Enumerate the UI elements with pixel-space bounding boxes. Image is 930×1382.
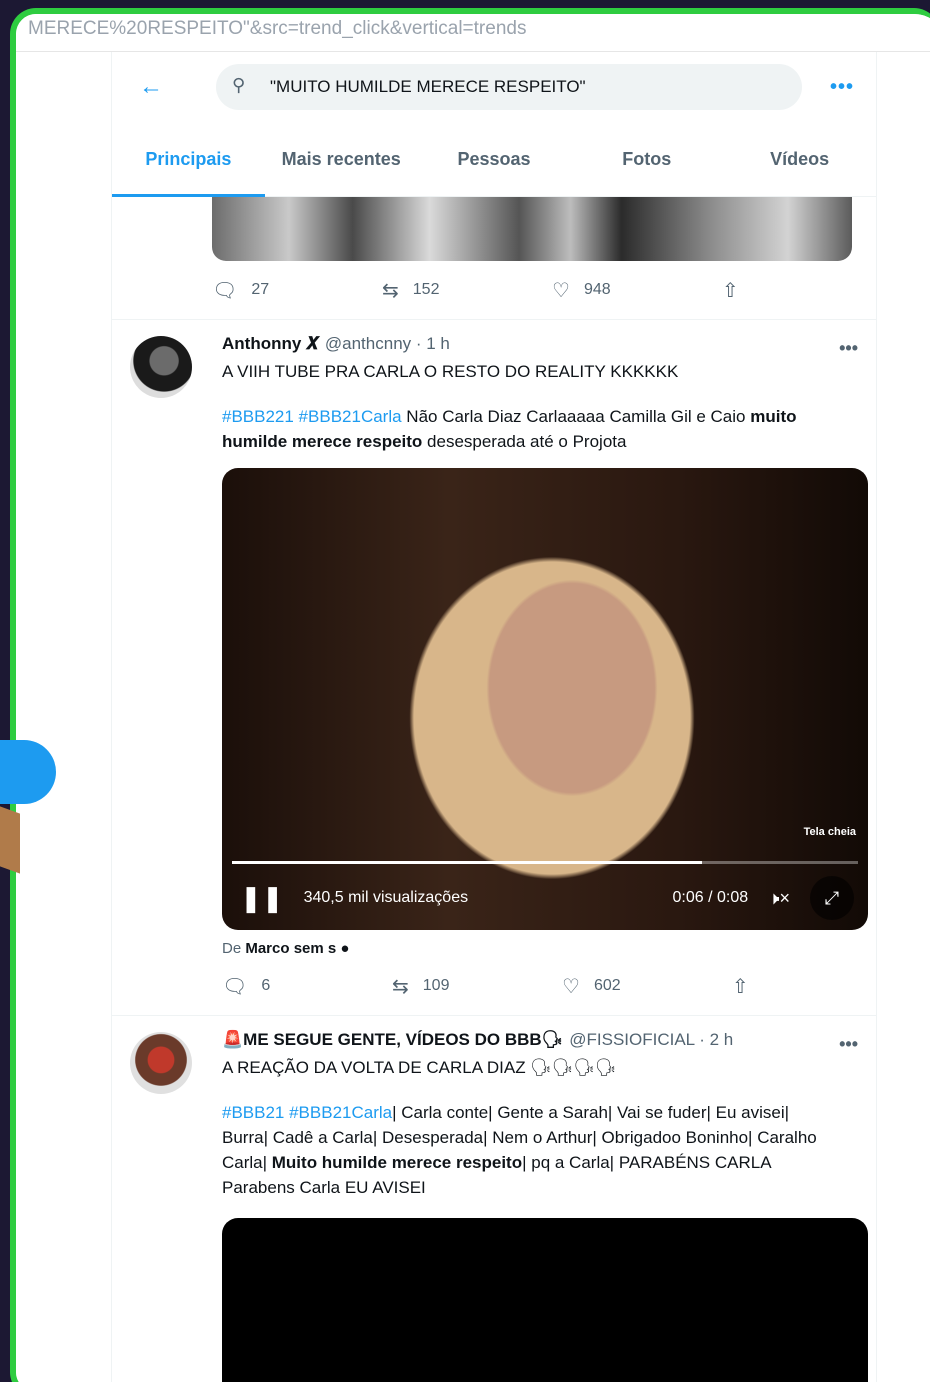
like-button[interactable]: ♡ 948 [552,278,722,303]
video-progress-fill [232,861,702,864]
tweet-media-image[interactable] [212,197,852,261]
tweet-paragraph: #BBB21 #BBB21Carla| Carla conte| Gente a… [222,1103,817,1197]
fullscreen-label: Tela cheia [803,826,856,838]
retweet-button[interactable]: ⇆ 109 [392,974,562,999]
share-button[interactable]: ⇧ [722,278,762,303]
avatar[interactable] [130,336,192,398]
heart-icon: ♡ [562,975,580,998]
video-controls: ❚❚ 340,5 mil visualizações 0:06 / 0:08 🕨… [240,876,854,920]
heart-icon: ♡ [552,279,570,302]
tab-principais[interactable]: Principais [112,122,265,197]
overflow-dots-icon[interactable]: ••• [50,1362,67,1380]
hashtags[interactable]: #BBB21 #BBB21Carla [222,1103,392,1122]
author-name[interactable]: Anthonny 𝑿 [222,334,319,354]
tweet-more-icon[interactable]: ••• [839,338,858,359]
share-button[interactable]: ⇧ [732,974,772,999]
tweet-actions: 🗨 27 ⇆ 152 ♡ 948 ⇧ [112,261,876,319]
search-tabs: Principais Mais recentes Pessoas Fotos V… [112,122,876,197]
video-source: De Marco sem s ● [222,940,350,957]
video-player[interactable]: Tela cheia ❚❚ 340,5 mil visualizações 0:… [222,468,868,930]
tweet-more-icon[interactable]: ••• [839,1034,858,1055]
tweet-actions: 🗨 6 ⇆ 109 ♡ 602 ⇧ [126,957,862,1015]
left-sidebar [16,52,111,1382]
decorative-shape [0,806,20,874]
author-name[interactable]: 🚨ME SEGUE GENTE, VÍDEOS DO BBB🗣 [222,1030,563,1050]
timeline-column: ← ⚲ "MUITO HUMILDE MERECE RESPEITO" ••• … [111,52,877,1382]
mute-icon[interactable]: 🕨× [768,888,790,909]
address-bar[interactable]: MERECE%20RESPEITO"&src=trend_click&verti… [16,14,930,52]
search-header: ← ⚲ "MUITO HUMILDE MERECE RESPEITO" ••• [112,52,876,122]
share-icon: ⇧ [732,975,749,998]
pause-icon[interactable]: ❚❚ [240,883,284,914]
retweet-icon: ⇆ [382,279,399,302]
tab-fotos[interactable]: Fotos [570,122,723,196]
reply-button[interactable]: 🗨 6 [222,974,392,999]
tab-pessoas[interactable]: Pessoas [418,122,571,196]
browser-frame: MERECE%20RESPEITO"&src=trend_click&verti… [10,8,930,1382]
like-button[interactable]: ♡ 602 [562,974,732,999]
tweet[interactable]: ••• 🚨ME SEGUE GENTE, VÍDEOS DO BBB🗣 @FIS… [112,1015,876,1382]
fullscreen-icon[interactable]: ⤢ [810,876,854,920]
search-icon: ⚲ [232,75,246,95]
back-arrow-icon[interactable]: ← [126,73,176,101]
tweet-paragraph: #BBB221 #BBB21Carla Não Carla Diaz Carla… [222,407,797,451]
reply-icon: 🗨 [212,279,238,302]
tweet[interactable]: ••• Anthonny 𝑿 @anthcnny · 1 h A VIIH TU… [112,319,876,1015]
tab-videos[interactable]: Vídeos [723,122,876,196]
reply-button[interactable]: 🗨 27 [212,278,382,303]
tab-mais-recentes[interactable]: Mais recentes [265,122,418,196]
avatar[interactable] [130,1032,192,1094]
video-progress-bar[interactable] [232,861,858,864]
video-time: 0:06 / 0:08 [672,889,749,906]
tweet-text: A VIIH TUBE PRA CARLA O RESTO DO REALITY… [222,362,679,381]
reply-icon: 🗨 [222,975,248,998]
retweet-button[interactable]: ⇆ 152 [382,278,552,303]
search-query: "MUITO HUMILDE MERECE RESPEITO" [270,77,586,96]
tweet-text: A REAÇÃO DA VOLTA DE CARLA DIAZ 🗣🗣🗣🗣 [222,1058,617,1077]
author-handle[interactable]: @FISSIOFICIAL · 2 h [569,1030,733,1050]
share-icon: ⇧ [722,279,739,302]
more-options-icon[interactable]: ••• [822,76,862,99]
author-handle[interactable]: @anthcnny · 1 h [325,334,450,354]
source-name[interactable]: Marco sem s ● [245,940,349,957]
video-player[interactable] [222,1218,868,1382]
video-views: 340,5 mil visualizações [303,889,469,906]
search-input[interactable]: ⚲ "MUITO HUMILDE MERECE RESPEITO" [216,64,802,110]
hashtags[interactable]: #BBB221 #BBB21Carla [222,407,402,426]
retweet-icon: ⇆ [392,975,409,998]
